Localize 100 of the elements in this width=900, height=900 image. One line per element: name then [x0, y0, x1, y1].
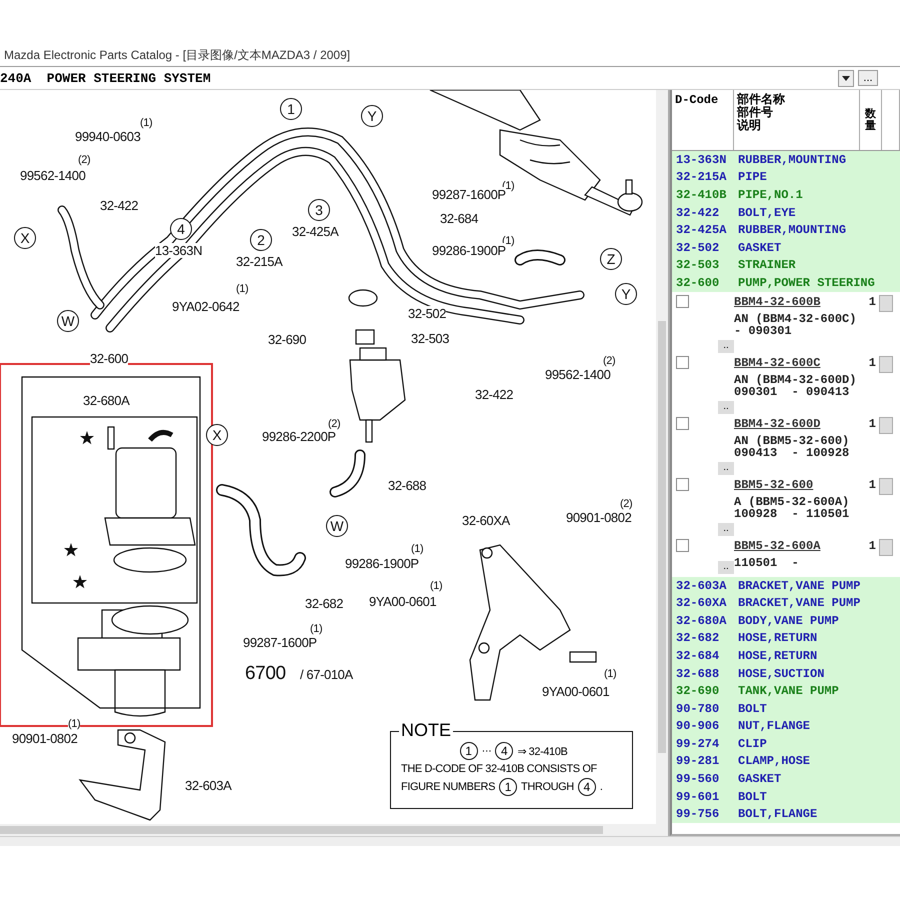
part-number-link[interactable]: BBM4-32-600B — [734, 294, 862, 309]
part-row[interactable]: 32-60XA BRACKET,VANE PUMP — [672, 594, 900, 612]
part-number-label: 99287-1600P — [243, 635, 317, 650]
d-code-cell-text: 32-422 — [676, 206, 720, 220]
part-row[interactable]: 32-603A BRACKET,VANE PUMP — [672, 576, 900, 594]
window-title: Mazda Electronic Parts Catalog - [目录图像/文本MAZDA3 / 2009] — [3, 46, 350, 64]
part-number-link[interactable]: BBM5-32-600A — [734, 538, 862, 553]
star-icon — [64, 543, 78, 557]
quantity-label: (1) — [236, 283, 248, 296]
details-button[interactable]: .. — [718, 560, 734, 574]
part-name-cell-text: TANK,VANE PUMP — [738, 684, 840, 698]
caret-icon — [838, 70, 854, 86]
column-header: 说明 — [737, 120, 762, 134]
part-row[interactable]: 32-600 PUMP,POWER STEERING — [672, 274, 900, 292]
order-box[interactable] — [879, 356, 893, 373]
part-row[interactable]: 32-680A BODY,VANE PUMP — [672, 612, 900, 630]
part-row[interactable]: 13-363N RUBBER,MOUNTING — [672, 151, 900, 169]
checkbox[interactable] — [676, 416, 689, 430]
part-row[interactable]: 32-410B PIPE,NO.1 — [672, 186, 900, 204]
part-number-label: 32-684 — [440, 211, 478, 226]
quantity-label: (1) — [411, 543, 424, 556]
part-name-cell-text: HOSE,RETURN — [738, 631, 818, 646]
part-row[interactable]: 32-682 HOSE,RETURN — [672, 630, 900, 648]
order-box[interactable] — [879, 416, 893, 434]
column-header: D-Code — [675, 94, 720, 108]
part-row[interactable]: 32-422 BOLT,EYE — [672, 204, 900, 222]
details-button[interactable]: .. — [718, 400, 734, 414]
d-code-cell-text: 32-680A — [676, 614, 728, 628]
vertical-scrollbar[interactable] — [656, 90, 668, 824]
quantity-label: (2) — [603, 355, 616, 368]
part-row[interactable]: 90-780 BOLT — [672, 700, 900, 718]
part-row[interactable]: 32-502 GASKET — [672, 238, 900, 257]
part-number-label: 32-688 — [388, 478, 426, 493]
details-button[interactable]: .. — [718, 340, 734, 353]
checkbox[interactable] — [676, 538, 689, 552]
part-number-label: 99286-1900P — [345, 556, 419, 571]
part-name-cell-text: PIPE — [738, 170, 768, 184]
quantity-label: (1) — [430, 580, 442, 593]
d-code-cell-text: 32-503 — [676, 258, 720, 272]
details-button[interactable]: .. — [718, 522, 734, 536]
callout-circle: Y — [615, 283, 637, 305]
callout-circle: X — [14, 227, 36, 249]
part-row[interactable]: 32-425A RUBBER,MOUNTING — [672, 221, 900, 239]
part-number-label: 32-422 — [475, 387, 514, 402]
part-row[interactable]: 90-906 NUT,FLANGE — [672, 718, 900, 736]
column-header: 部件号 — [737, 107, 774, 120]
note-text: FIGURE NUMBERS — [401, 781, 496, 793]
part-name-cell-text: PIPE,NO.1 — [738, 188, 804, 202]
quantity-label: (1) — [310, 623, 322, 636]
part-row[interactable]: 32-688 HOSE,SUCTION — [672, 664, 900, 682]
part-name-cell-text: RUBBER,MOUNTING — [738, 152, 848, 167]
column-header: 部件名称 — [737, 94, 786, 107]
d-code-cell-text: 32-502 — [676, 240, 720, 255]
part-number-label: 32-503 — [411, 331, 450, 346]
checkbox[interactable] — [676, 294, 689, 308]
part-number-label: 32-600 — [90, 351, 128, 366]
details-button[interactable]: .. — [718, 462, 734, 475]
part-row[interactable]: 32-690 TANK,VANE PUMP — [672, 682, 900, 700]
callout-circle: X — [206, 424, 228, 446]
part-row[interactable]: 99-281 CLAMP,HOSE — [672, 752, 900, 770]
part-name-cell-text: STRAINER — [738, 258, 797, 272]
part-row[interactable]: 99-560 GASKET — [672, 770, 900, 788]
part-row[interactable]: 99-274 CLIP — [672, 735, 900, 753]
part-row[interactable]: 32-215A PIPE — [672, 168, 900, 186]
part-number-link[interactable]: BBM4-32-600D — [734, 416, 862, 431]
quantity-label: (1) — [604, 668, 616, 681]
part-row[interactable]: 99-756 BOLT,FLANGE — [672, 805, 900, 824]
part-description: A (BBM5-32-600A) 100928 - 110501 — [734, 496, 850, 521]
part-number-link[interactable]: BBM5-32-600 — [734, 478, 862, 492]
quantity-label: (1) — [68, 718, 80, 731]
part-number-label: 32-60XA — [462, 513, 510, 528]
callout-circle: 1 — [280, 98, 302, 120]
part-name-cell-text: PUMP,POWER STEERING — [738, 276, 876, 290]
horizontal-scrollbar[interactable] — [0, 824, 668, 836]
part-name-cell-text: CLAMP,HOSE — [738, 754, 812, 768]
more-button[interactable]: ... — [858, 70, 878, 86]
note-text: . — [600, 781, 602, 793]
part-number-link[interactable]: BBM4-32-600C — [734, 356, 862, 370]
callout-circle: 1 — [499, 778, 518, 796]
d-code-cell-text: 32-684 — [676, 648, 720, 663]
d-code-cell-text: 32-425A — [676, 223, 728, 238]
callout-circle: 4 — [495, 742, 514, 760]
part-number-label: 99287-1600P — [432, 187, 506, 202]
d-code-cell-text: 99-601 — [676, 790, 720, 804]
checkbox[interactable] — [676, 478, 689, 491]
part-row[interactable]: 99-601 BOLT — [672, 788, 900, 806]
part-number-label: 99562-1400 — [20, 168, 86, 183]
order-box[interactable] — [879, 538, 893, 556]
part-name-cell-text: CLIP — [738, 736, 768, 751]
part-name-cell-text: BOLT,FLANGE — [738, 807, 818, 822]
d-code-cell-text: 90-906 — [676, 719, 720, 734]
order-box[interactable] — [879, 294, 893, 312]
part-row[interactable]: 32-684 HOSE,RETURN — [672, 647, 900, 665]
part-row[interactable]: 32-503 STRAINER — [672, 256, 900, 274]
d-code-cell-text: 99-756 — [676, 807, 720, 822]
order-box[interactable] — [879, 478, 893, 495]
d-code-cell-text: 32-600 — [676, 276, 720, 290]
part-name-cell-text: HOSE,RETURN — [738, 648, 818, 663]
checkbox[interactable] — [676, 356, 689, 369]
section-dropdown[interactable]: 240A POWER STEERING SYSTEM — [0, 69, 854, 87]
